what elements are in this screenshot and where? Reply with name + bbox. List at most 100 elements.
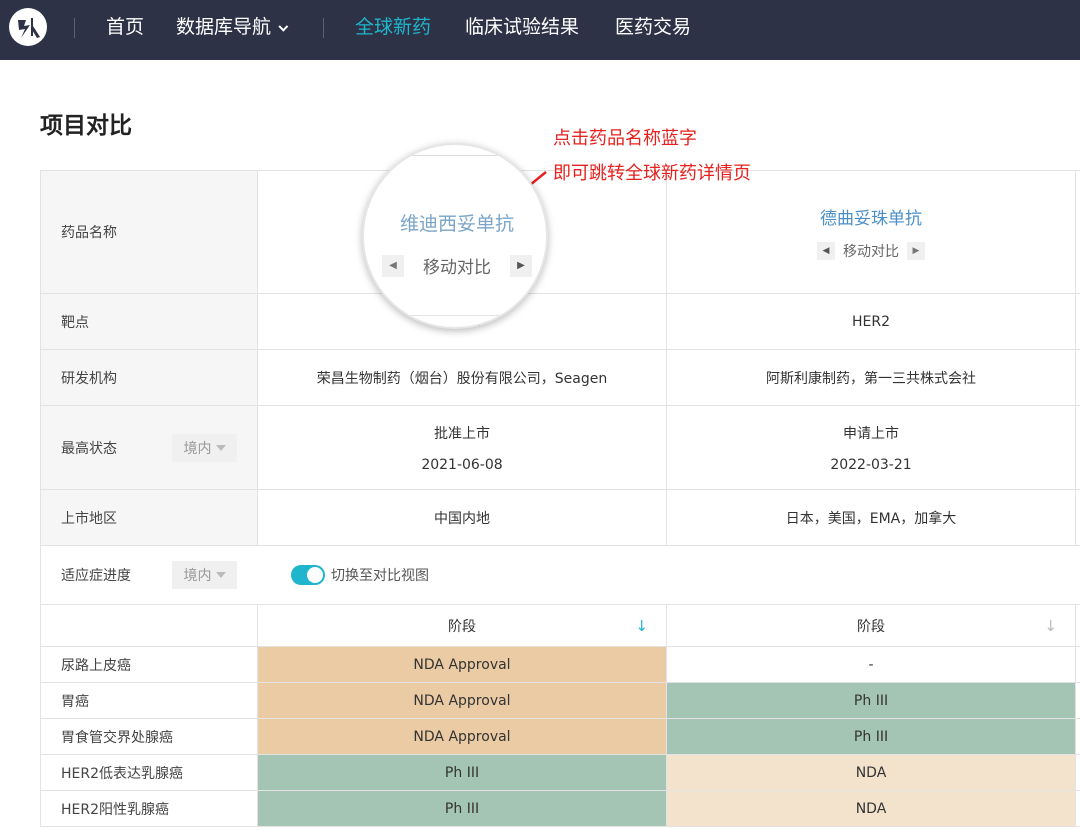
- sort-arrow-icon[interactable]: ↓: [635, 617, 648, 635]
- move-left-button[interactable]: ◀: [382, 254, 404, 277]
- move-compare-label: 移动对比: [423, 258, 491, 278]
- org-value: 阿斯利康制药，第一三共株式会社: [666, 350, 1075, 405]
- overflow-cell: [1075, 755, 1080, 790]
- magnifier-divider: [410, 155, 502, 156]
- nav-database[interactable]: 数据库导航: [176, 14, 289, 40]
- overflow-cell: [1075, 647, 1080, 682]
- nav-global-new-drugs[interactable]: 全球新药: [355, 14, 431, 40]
- stage-header[interactable]: 阶段 ↓: [666, 605, 1075, 646]
- stage-header-label: 阶段: [857, 618, 885, 635]
- region-select[interactable]: 境内: [172, 561, 237, 589]
- target-value: HER2: [666, 294, 1075, 349]
- stage-header-blank: [40, 605, 257, 646]
- row-market: 上市地区 中国内地 日本，美国，EMA，加拿大: [40, 490, 1080, 546]
- indication-name: 胃癌: [40, 683, 257, 718]
- magnified-drug-link[interactable]: 维迪西妥单抗: [364, 209, 546, 236]
- indication-row: HER2低表达乳腺癌 Ph III NDA: [40, 755, 1080, 791]
- row-status: 最高状态 境内 批准上市 2021-06-08 申请上市 2022-03-21: [40, 406, 1080, 490]
- stage-cell: Ph III: [666, 719, 1075, 754]
- indication-row: HER2阳性乳腺癌 Ph III NDA: [40, 791, 1080, 827]
- status-cell: 申请上市 2022-03-21: [666, 406, 1075, 489]
- row-label-text: 适应症进度: [61, 568, 131, 584]
- row-label: 靶点: [40, 294, 257, 349]
- annotation-line-1: 点击药品名称蓝字: [553, 128, 697, 149]
- row-label-text: 最高状态: [61, 440, 117, 457]
- overflow-cell: [1075, 605, 1080, 646]
- stage-header-label: 阶段: [448, 618, 476, 635]
- indication-name: 胃食管交界处腺癌: [40, 719, 257, 754]
- toggle-switch[interactable]: [291, 565, 325, 585]
- drug-cell: 德曲妥珠单抗 ◀ 移动对比 ▶: [666, 171, 1075, 293]
- sort-arrow-icon[interactable]: ↓: [1044, 617, 1057, 635]
- overflow-cell: [1075, 683, 1080, 718]
- overflow-cell: [1075, 791, 1080, 826]
- stage-cell: Ph III: [666, 683, 1075, 718]
- region-select-value: 境内: [183, 440, 212, 457]
- row-stage-header: 阶段 ↓ 阶段 ↓: [40, 605, 1080, 647]
- stage-cell: NDA: [666, 755, 1075, 790]
- market-value: 日本，美国，EMA，加拿大: [666, 490, 1075, 545]
- overflow-cell: [1075, 719, 1080, 754]
- status-value: 批准上市: [434, 425, 490, 442]
- toggle-label: 切换至对比视图: [331, 568, 429, 584]
- status-cell: 批准上市 2021-06-08: [257, 406, 666, 489]
- overflow-cell: [1075, 406, 1080, 489]
- compare-view-toggle[interactable]: 切换至对比视图: [291, 565, 429, 585]
- row-label: 药品名称: [40, 171, 257, 293]
- stage-cell: -: [666, 647, 1075, 682]
- status-value: 申请上市: [843, 425, 899, 442]
- move-compare: ◀ 移动对比 ▶: [817, 241, 925, 261]
- nav-home[interactable]: 首页: [106, 14, 144, 40]
- org-value: 荣昌生物制药（烟台）股份有限公司，Seagen: [257, 350, 666, 405]
- nav-pharma-deals[interactable]: 医药交易: [615, 14, 691, 40]
- stage-cell: NDA Approval: [257, 647, 666, 682]
- status-date: 2021-06-08: [421, 456, 503, 473]
- magnified-move-compare: ◀ 移动对比 ▶: [382, 253, 532, 278]
- nav-clinical-results[interactable]: 临床试验结果: [465, 14, 579, 40]
- stage-header[interactable]: 阶段 ↓: [257, 605, 666, 646]
- indication-name: 尿路上皮癌: [40, 647, 257, 682]
- overflow-cell: [1075, 350, 1080, 405]
- nav-divider: [323, 18, 324, 38]
- nav-database-label: 数据库导航: [176, 16, 272, 38]
- magnifier-divider: [364, 315, 546, 316]
- indication-name: HER2低表达乳腺癌: [40, 755, 257, 790]
- stage-cell: Ph III: [257, 791, 666, 826]
- row-progress: 适应症进度 境内 切换至对比视图: [40, 546, 1080, 605]
- market-value: 中国内地: [257, 490, 666, 545]
- nav-divider: [74, 18, 75, 38]
- caret-down-icon: [215, 572, 226, 578]
- status-date: 2022-03-21: [830, 456, 912, 473]
- stage-cell: NDA Approval: [257, 719, 666, 754]
- indication-row: 尿路上皮癌 NDA Approval -: [40, 647, 1080, 683]
- move-left-button[interactable]: ◀: [817, 241, 835, 260]
- caret-down-icon: [215, 444, 226, 451]
- region-select-value: 境内: [183, 568, 212, 584]
- overflow-cell: [1075, 294, 1080, 349]
- chevron-down-icon: [278, 21, 289, 32]
- indication-row: 胃食管交界处腺癌 NDA Approval Ph III: [40, 719, 1080, 755]
- annotation-line-2: 即可跳转全球新药详情页: [553, 163, 751, 184]
- drug-name-link[interactable]: 德曲妥珠单抗: [820, 204, 922, 229]
- stage-cell: Ph III: [257, 755, 666, 790]
- row-drug-name: 药品名称 维迪西妥单抗 ◀ 移动对比 ▶ 德曲妥珠单抗 ◀ 移动对比 ▶: [40, 171, 1080, 294]
- row-org: 研发机构 荣昌生物制药（烟台）股份有限公司，Seagen 阿斯利康制药，第一三共…: [40, 350, 1080, 406]
- row-label: 最高状态 境内: [40, 406, 257, 489]
- row-label: 研发机构: [40, 350, 257, 405]
- move-right-button[interactable]: ▶: [510, 254, 532, 277]
- brand-logo-icon[interactable]: [9, 8, 47, 46]
- drug-cell-overflow: [1075, 171, 1080, 293]
- row-label: 上市地区: [40, 490, 257, 545]
- toggle-knob: [307, 567, 323, 583]
- magnifier-overlay: 维迪西妥单抗 ◀ 移动对比 ▶: [362, 143, 548, 329]
- top-nav: 首页 数据库导航 全球新药 临床试验结果 医药交易: [0, 0, 1080, 60]
- row-target: 靶点 HER2 HER2: [40, 294, 1080, 350]
- region-select[interactable]: 境内: [172, 433, 237, 462]
- overflow-cell: [1075, 490, 1080, 545]
- move-right-button[interactable]: ▶: [907, 241, 925, 260]
- stage-cell: NDA: [666, 791, 1075, 826]
- indication-name: HER2阳性乳腺癌: [40, 791, 257, 826]
- progress-bar-row: 适应症进度 境内 切换至对比视图: [40, 546, 1080, 604]
- indication-row: 胃癌 NDA Approval Ph III: [40, 683, 1080, 719]
- move-compare-label: 移动对比: [843, 243, 899, 260]
